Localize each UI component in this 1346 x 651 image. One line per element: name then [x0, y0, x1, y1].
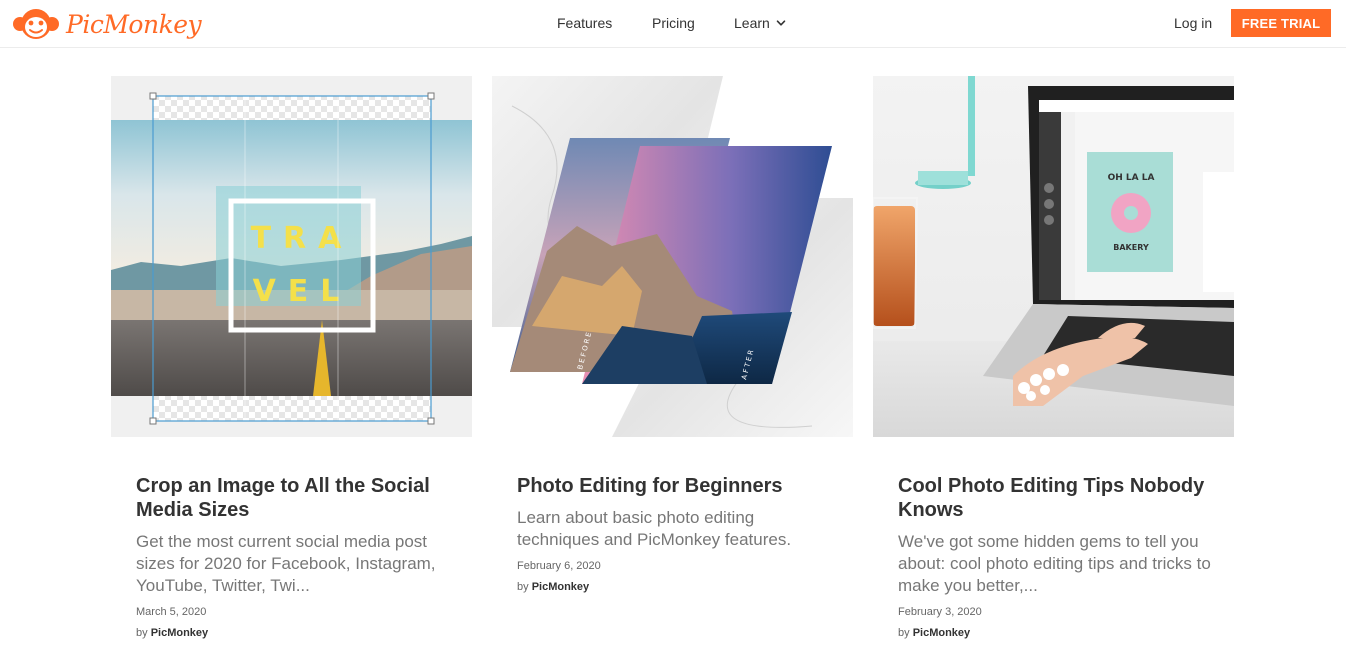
- bakery-text: BAKERY: [1113, 243, 1149, 252]
- article-author: by PicMonkey: [517, 580, 833, 594]
- article-thumbnail-beginners[interactable]: BEFORE AFTER: [492, 76, 853, 437]
- nav-learn-dropdown[interactable]: Learn: [734, 15, 786, 31]
- picmonkey-logo[interactable]: PicMonkey: [12, 7, 202, 41]
- before-after-image: BEFORE AFTER: [492, 76, 853, 437]
- article-thumbnail-crop[interactable]: TRA VEL: [111, 76, 472, 437]
- oh-la-la-text: OH LA LA: [1108, 173, 1155, 183]
- article-date: February 3, 2020: [898, 606, 982, 618]
- login-link[interactable]: Log in: [1174, 15, 1212, 31]
- logo-wordmark: PicMonkey: [66, 9, 202, 39]
- article-description: Learn about basic photo editing techniqu…: [517, 508, 792, 549]
- article-card[interactable]: OH LA LA BAKERY Cool Photo Editing Tips …: [873, 76, 1234, 640]
- article-description: We've got some hidden gems to tell you a…: [898, 532, 1211, 595]
- article-card[interactable]: TRA VEL Crop an Image to All the Social …: [111, 76, 472, 640]
- free-trial-button[interactable]: FREE TRIAL: [1231, 9, 1331, 37]
- travel-word-2: VEL: [253, 274, 352, 309]
- author-prefix: by: [136, 627, 148, 639]
- nav-features-link[interactable]: Features: [557, 15, 612, 31]
- author-name: PicMonkey: [150, 627, 209, 639]
- article-author: by PicMonkey: [898, 626, 1214, 640]
- author-name: PicMonkey: [912, 627, 971, 639]
- laptop-editing-image: OH LA LA BAKERY: [873, 76, 1234, 437]
- article-author: by PicMonkey: [136, 626, 452, 640]
- nav-learn-label: Learn: [734, 15, 770, 31]
- site-header: PicMonkey Features Pricing Learn Log in …: [0, 0, 1346, 48]
- author-prefix: by: [517, 581, 529, 593]
- article-date: March 5, 2020: [136, 606, 207, 618]
- chevron-down-icon: [776, 20, 786, 26]
- article-thumbnail-tips[interactable]: OH LA LA BAKERY: [873, 76, 1234, 437]
- author-name: PicMonkey: [531, 581, 590, 593]
- monkey-logo-icon: [13, 9, 59, 39]
- article-title[interactable]: Crop an Image to All the Social Media Si…: [136, 474, 452, 522]
- article-description: Get the most current social media post s…: [136, 532, 436, 595]
- article-date: February 6, 2020: [517, 560, 601, 572]
- travel-crop-image: TRA VEL: [111, 76, 472, 437]
- article-card[interactable]: BEFORE AFTER Photo Editing for Beginners…: [492, 76, 853, 594]
- author-prefix: by: [898, 627, 910, 639]
- article-title[interactable]: Cool Photo Editing Tips Nobody Knows: [898, 474, 1214, 522]
- article-title[interactable]: Photo Editing for Beginners: [517, 474, 833, 498]
- nav-pricing-link[interactable]: Pricing: [652, 15, 695, 31]
